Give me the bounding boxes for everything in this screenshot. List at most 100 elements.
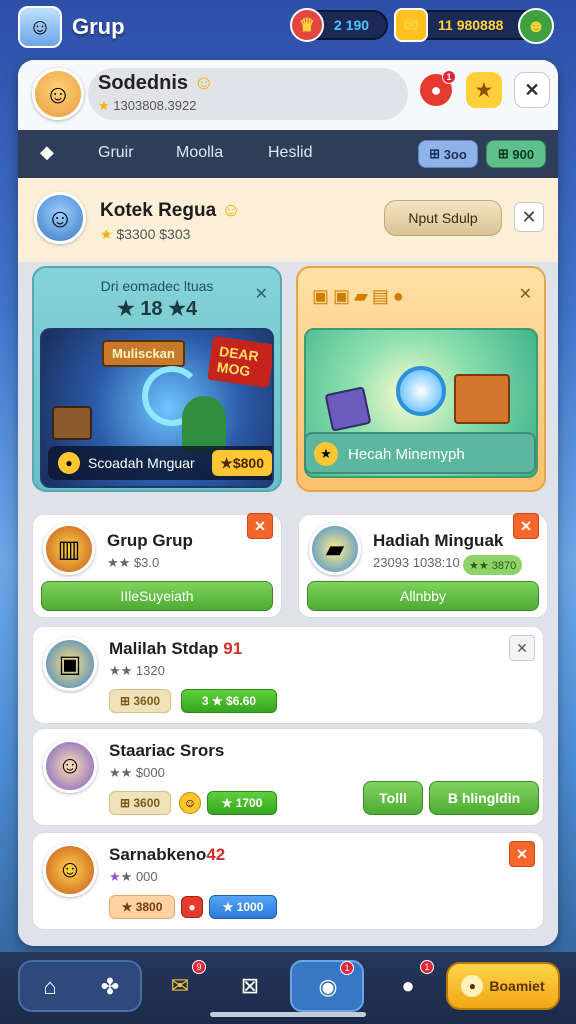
feature-footer[interactable]: ★ Hecah Minemyph: [304, 432, 536, 474]
reward-icons-row: ▣▣▰▤●: [312, 286, 408, 306]
star-icon: ★: [98, 98, 110, 113]
profile-row: ☺ Sodednis ☺ ★ 1303808.3922 ● 1 ★ ✕: [18, 60, 558, 130]
star-icon: ★: [100, 226, 113, 242]
card-sub: ★★ $3.0: [107, 555, 160, 570]
group-leader-avatar[interactable]: ☺: [34, 192, 86, 244]
profile-name: Sodednis ☺: [98, 72, 214, 94]
close-icon[interactable]: ✕: [509, 841, 535, 867]
close-icon[interactable]: ✕: [255, 284, 268, 304]
boamiet-button[interactable]: ● Boamiet: [446, 962, 560, 1010]
crown-icon: ☺: [221, 200, 241, 221]
coin-icon: ●: [58, 452, 80, 474]
map-icon[interactable]: ⊠: [228, 964, 272, 1008]
filter-pill-blue[interactable]: ⊞ 3oo: [418, 140, 478, 168]
reward-chip[interactable]: ★ 1000: [209, 895, 277, 919]
nav-home-group[interactable]: ⌂ ✤: [18, 960, 142, 1012]
banner-text: DEAR MOG: [207, 335, 272, 389]
card-sub: 23093 1038:10: [373, 555, 460, 570]
cost-chip: ⊞ 3600: [109, 689, 171, 713]
feature-card-left[interactable]: Dri eomadec ltuas ★ 18 ★4 ✕ Mulisckan DE…: [32, 266, 282, 492]
tab-heslid[interactable]: Heslid: [268, 144, 312, 162]
main-panel: ☺ Sodednis ☺ ★ 1303808.3922 ● 1 ★ ✕ ◆ Gru…: [18, 60, 558, 946]
list-item[interactable]: ☺ Sarnabkeno42 ★★ 000 ★ 3800 ● ★ 1000 ✕: [32, 832, 544, 930]
app-avatar-icon[interactable]: ☺: [18, 6, 62, 48]
claim-button[interactable]: IIleSuyeiath: [41, 581, 273, 611]
mail-coin-icon: ✉: [394, 8, 428, 42]
feature-footer: ● Scoadah Mnguar ★ $800: [48, 446, 272, 480]
group-stats: ★ $3300 $303: [100, 226, 191, 242]
treasure-chest-icon: ▣: [43, 637, 97, 691]
profile-face-icon[interactable]: ☻: [518, 8, 554, 44]
reward-card-right: ▰ Hadiah Minguak 23093 1038:10 ★★ 3870 ✕…: [298, 513, 548, 618]
group-name: Kotek Regua ☺: [100, 200, 241, 221]
feature-title: Dri eomadec ltuas: [100, 278, 214, 294]
feature-star-count: ★ 18 ★4: [116, 298, 198, 320]
close-icon[interactable]: ✕: [513, 513, 539, 539]
target-icon: ◉ 1: [306, 961, 354, 1009]
close-icon[interactable]: ✕: [247, 513, 273, 539]
tab-moolla[interactable]: Moolla: [176, 144, 223, 162]
notification-badge: 9: [192, 960, 206, 974]
feature-price-button[interactable]: ★ $800: [212, 450, 272, 476]
list-item[interactable]: ▣ Malilah Stdap 91 ★★ 1320 ⊞ 3600 3 ★ $6…: [32, 626, 544, 724]
sign-text: Mulisckan: [102, 340, 185, 367]
notifications-button[interactable]: ● 1: [418, 70, 456, 108]
gift-box-icon: [324, 386, 372, 432]
close-icon[interactable]: ✕: [514, 72, 550, 108]
character-face-icon: ☺: [43, 739, 97, 793]
primary-action-button[interactable]: Tolll: [363, 781, 423, 815]
bonus-red-icon: ●: [181, 896, 203, 918]
tab-gruir[interactable]: Gruir: [98, 144, 134, 162]
treasure-box-icon: [454, 374, 510, 424]
coin-icon: ★: [314, 442, 338, 466]
profile-stats: ★ 1303808.3922: [98, 98, 197, 113]
smile-icon: ☺: [193, 72, 214, 94]
lion-face-icon: ☺: [43, 843, 97, 897]
secondary-action-button[interactable]: B hlingldin: [429, 781, 539, 815]
puzzle-icon[interactable]: ✤: [88, 965, 132, 1009]
gems-counter[interactable]: ♛ 2 190: [290, 8, 388, 42]
feature-footer-label: Scoadah Mnguar: [88, 455, 195, 471]
close-icon[interactable]: ✕: [509, 635, 535, 661]
smile-coin-icon: ☺: [179, 792, 201, 814]
list-item-title: Sarnabkeno42: [109, 845, 226, 864]
gold-bar-icon: ▥: [43, 523, 95, 575]
character-gem-icon: ♛: [290, 8, 324, 42]
home-indicator[interactable]: [210, 1012, 366, 1017]
list-item-sub: ★★ 000: [109, 869, 158, 884]
player-avatar[interactable]: ☺: [32, 68, 84, 120]
close-icon[interactable]: ✕: [519, 284, 532, 304]
coins-counter[interactable]: ✉ 11 980888 ☻: [394, 8, 554, 44]
card-title: Hadiah Minguak: [373, 531, 504, 550]
list-item-title: Malilah Stdap 91: [109, 639, 243, 658]
list-item-sub: ★★ $000: [109, 765, 165, 780]
home-icon[interactable]: ⌂: [28, 965, 72, 1009]
back-diamond-icon[interactable]: ◆: [40, 142, 54, 163]
nav-active-tab[interactable]: ◉ 1: [290, 960, 364, 1012]
cost-chip: ⊞ 3600: [109, 791, 171, 815]
list-item[interactable]: ☺ Staariac Srors ★★ $000 ⊞ 3600 ☺ ★ 1700…: [32, 728, 544, 826]
mail-icon[interactable]: ✉ 9: [158, 960, 206, 1008]
cost-chip: ★ 3800: [109, 895, 175, 919]
join-group-button[interactable]: Nput Sdulp: [384, 200, 502, 236]
gift-button[interactable]: ★: [466, 72, 502, 108]
gems-value: 2 190: [334, 17, 370, 33]
filter-pill-green[interactable]: ⊞ 900: [486, 140, 546, 168]
list-item-sub: ★★ 1320: [109, 663, 165, 678]
card-title: Grup Grup: [107, 531, 193, 550]
ball-icon[interactable]: ● 1: [386, 960, 434, 1008]
notification-badge: 1: [420, 960, 434, 974]
card-tag: ★★ 3870: [463, 555, 523, 575]
chest-icon: [52, 406, 92, 440]
adventure-illustration: Mulisckan DEAR MOG ● Scoadah Mnguar ★ $8…: [40, 328, 274, 488]
notification-badge: 1: [442, 70, 456, 84]
coins-value: 11 980888: [438, 17, 504, 33]
reward-chip[interactable]: 3 ★ $6.60: [181, 689, 277, 713]
close-icon[interactable]: ✕: [514, 202, 544, 232]
hero-figure: [182, 396, 226, 452]
claim-button[interactable]: Allnbby: [307, 581, 539, 611]
list-item-title: Staariac Srors: [109, 741, 225, 760]
reward-chip[interactable]: ★ 1700: [207, 791, 277, 815]
reward-card-left: ▥ Grup Grup ★★ $3.0 ✕ IIleSuyeiath: [32, 513, 282, 618]
feature-card-right[interactable]: ▣▣▰▤● ✕ ★ Hecah Minemyph: [296, 266, 546, 492]
